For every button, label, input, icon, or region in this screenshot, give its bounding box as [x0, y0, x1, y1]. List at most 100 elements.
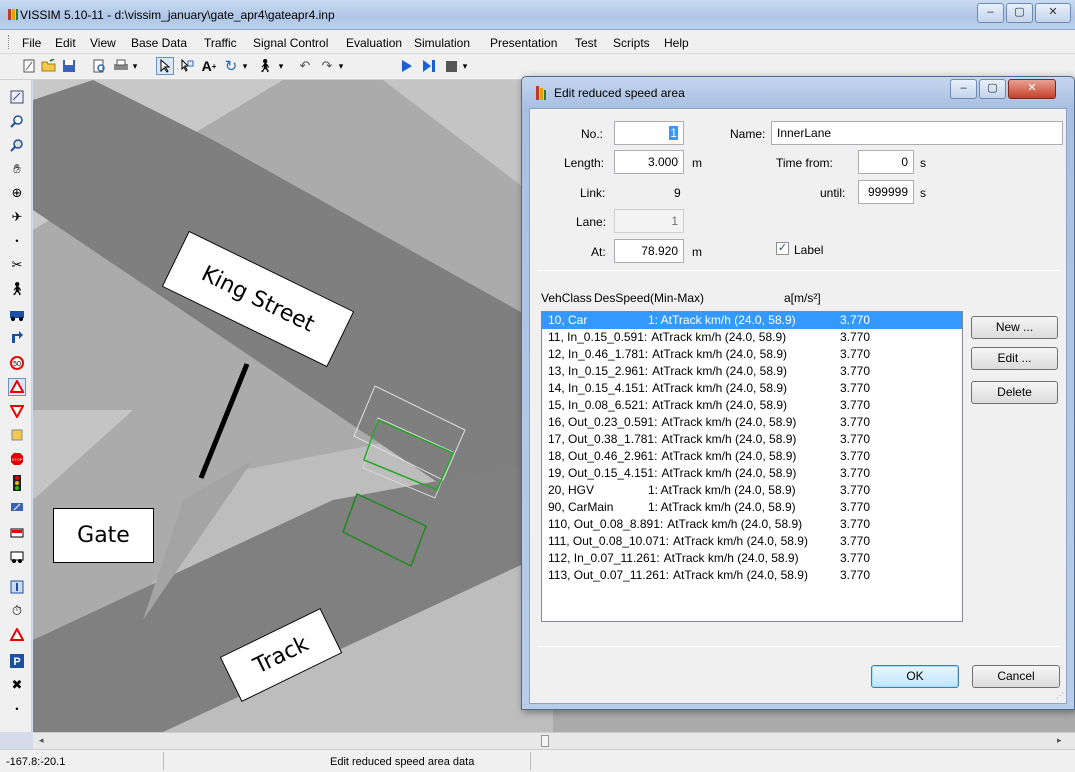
list-item[interactable]: 110, Out_0.08_8.891: AtTrack km/h (24.0, …: [542, 516, 962, 533]
zoom-out-icon[interactable]: [8, 136, 26, 154]
track-text: Track: [249, 631, 313, 679]
list-item[interactable]: 12, In_0.46_1.781: AtTrack km/h (24.0, 58…: [542, 346, 962, 363]
menu-base-data[interactable]: Base Data: [131, 36, 187, 50]
menu-signal-control[interactable]: Signal Control: [253, 36, 328, 50]
list-item[interactable]: 13, In_0.15_2.961: AtTrack km/h (24.0, 58…: [542, 363, 962, 380]
new-file-icon[interactable]: [20, 57, 38, 75]
print-icon[interactable]: [112, 57, 130, 75]
warning-area-icon[interactable]: [8, 626, 26, 644]
menu-edit[interactable]: Edit: [55, 36, 76, 50]
scroll-right-icon[interactable]: ▸: [1057, 735, 1062, 746]
conflict-area-icon[interactable]: [8, 426, 26, 444]
pedestrian-tool-icon[interactable]: 🚶︎: [8, 280, 26, 298]
list-item[interactable]: 11, In_0.15_0.591: AtTrack km/h (24.0, 58…: [542, 329, 962, 346]
chevron-down-icon[interactable]: ▾: [460, 57, 470, 75]
open-folder-icon[interactable]: [40, 57, 58, 75]
travel-time-icon[interactable]: ⏱︎: [8, 602, 26, 620]
resize-grip-icon[interactable]: ⋰: [1056, 691, 1064, 700]
until-input[interactable]: 999999: [858, 180, 914, 204]
length-input[interactable]: 3.000: [614, 150, 684, 174]
select-pointer-icon[interactable]: [156, 57, 174, 75]
multi-select-icon[interactable]: [178, 57, 196, 75]
list-item[interactable]: 15, In_0.08_6.521: AtTrack km/h (24.0, 58…: [542, 397, 962, 414]
node-icon[interactable]: [8, 578, 26, 596]
dialog-close-button[interactable]: ✕: [1008, 79, 1056, 99]
pan-hand-icon[interactable]: ✋︎: [8, 160, 26, 178]
chevron-down-icon[interactable]: ▾: [276, 57, 286, 75]
vehclass-speed-list[interactable]: 10, Car 1: AtTrack km/h (24.0, 58.9) 3.770…: [541, 311, 963, 622]
parking-lot-icon[interactable]: P: [8, 652, 26, 670]
menu-scripts[interactable]: Scripts: [613, 36, 650, 50]
text-tool-icon[interactable]: A +: [200, 57, 218, 75]
cancel-button[interactable]: Cancel: [972, 665, 1060, 688]
zoom-all-icon[interactable]: [8, 88, 26, 106]
stop-icon[interactable]: [442, 57, 460, 75]
list-item[interactable]: 20, HGV 1: AtTrack km/h (24.0, 58.9) 3.770: [542, 482, 962, 499]
signal-head-icon[interactable]: [8, 474, 26, 492]
play-icon[interactable]: [398, 57, 416, 75]
reduced-speed-area-icon[interactable]: [8, 378, 26, 396]
rotate-view-icon[interactable]: ⊕: [8, 184, 26, 202]
crossing-icon[interactable]: ✖︎: [8, 676, 26, 694]
pedestrian-icon[interactable]: 🚶︎: [256, 57, 274, 75]
chevron-down-icon[interactable]: ▾: [240, 57, 250, 75]
menu-file[interactable]: File: [22, 36, 41, 50]
menu-presentation[interactable]: Presentation: [490, 36, 557, 50]
ok-button[interactable]: OK: [871, 665, 959, 688]
priority-rule-icon[interactable]: [8, 402, 26, 420]
menu-evaluation[interactable]: Evaluation: [346, 36, 402, 50]
menu-help[interactable]: Help: [664, 36, 689, 50]
stop-sign-icon[interactable]: STOP: [8, 450, 26, 468]
list-item[interactable]: 90, CarMain 1: AtTrack km/h (24.0, 58.9) 3…: [542, 499, 962, 516]
step-icon[interactable]: [420, 57, 438, 75]
print-preview-icon[interactable]: [90, 57, 108, 75]
transit-stop-icon[interactable]: [8, 524, 26, 542]
vehicle-input-icon[interactable]: [8, 306, 26, 324]
minimize-button[interactable]: –: [977, 3, 1004, 23]
save-icon[interactable]: [60, 57, 78, 75]
chevron-down-icon[interactable]: ▾: [336, 57, 346, 75]
edit-button[interactable]: Edit ...: [971, 347, 1058, 370]
scroll-left-icon[interactable]: ◂: [39, 735, 44, 746]
menu-simulation[interactable]: Simulation: [414, 36, 470, 50]
dialog-maximize-button[interactable]: ▢: [979, 79, 1006, 99]
list-item[interactable]: 113, Out_0.07_11.261: AtTrack km/h (24.0,…: [542, 567, 962, 584]
transit-line-icon[interactable]: [8, 548, 26, 566]
list-item[interactable]: 16, Out_0.23_0.591: AtTrack km/h (24.0, 5…: [542, 414, 962, 431]
list-item[interactable]: 10, Car 1: AtTrack km/h (24.0, 58.9) 3.770: [542, 312, 962, 329]
desspeed-cell: AtTrack km/h (24.0, 58.9): [661, 466, 797, 480]
new-button[interactable]: New ...: [971, 316, 1058, 339]
rotate-icon[interactable]: ↻: [222, 57, 240, 75]
routes-icon[interactable]: [8, 328, 26, 346]
menu-view[interactable]: View: [90, 36, 116, 50]
menu-traffic[interactable]: Traffic: [204, 36, 237, 50]
list-item[interactable]: 17, Out_0.38_1.781: AtTrack km/h (24.0, 5…: [542, 431, 962, 448]
no-input[interactable]: 1: [614, 121, 684, 145]
redo-icon[interactable]: ↷: [318, 57, 336, 75]
zoom-in-icon[interactable]: [8, 112, 26, 130]
time-from-input[interactable]: 0: [858, 150, 914, 174]
name-input[interactable]: InnerLane: [771, 121, 1063, 145]
dialog-minimize-button[interactable]: –: [950, 79, 977, 99]
status-separator: [530, 752, 531, 770]
list-item[interactable]: 19, Out_0.15_4.151: AtTrack km/h (24.0, 5…: [542, 465, 962, 482]
undo-icon[interactable]: ↶: [296, 57, 314, 75]
flythrough-icon[interactable]: ✈︎: [8, 208, 26, 226]
chevron-down-icon[interactable]: ▾: [130, 57, 140, 75]
links-tool-icon[interactable]: ✂︎: [8, 256, 26, 274]
label-checkbox[interactable]: ✓: [776, 242, 789, 255]
delete-button[interactable]: Delete: [971, 381, 1058, 404]
at-input[interactable]: 78.920: [614, 239, 684, 263]
scroll-thumb[interactable]: [541, 735, 549, 747]
close-button[interactable]: ✕: [1035, 3, 1071, 23]
desired-speed-icon[interactable]: 50: [8, 354, 26, 372]
list-item[interactable]: 111, Out_0.08_10.071: AtTrack km/h (24.0,…: [542, 533, 962, 550]
list-item[interactable]: 112, In_0.07_11.261: AtTrack km/h (24.0, …: [542, 550, 962, 567]
list-item[interactable]: 18, Out_0.46_2.961: AtTrack km/h (24.0, 5…: [542, 448, 962, 465]
more-tools-icon[interactable]: •: [8, 700, 26, 718]
detector-icon[interactable]: [8, 498, 26, 516]
list-item[interactable]: 14, In_0.15_4.151: AtTrack km/h (24.0, 58…: [542, 380, 962, 397]
maximize-button[interactable]: ▢: [1006, 3, 1033, 23]
menu-test[interactable]: Test: [575, 36, 597, 50]
horizontal-scrollbar[interactable]: ◂ ▸: [33, 732, 1075, 749]
